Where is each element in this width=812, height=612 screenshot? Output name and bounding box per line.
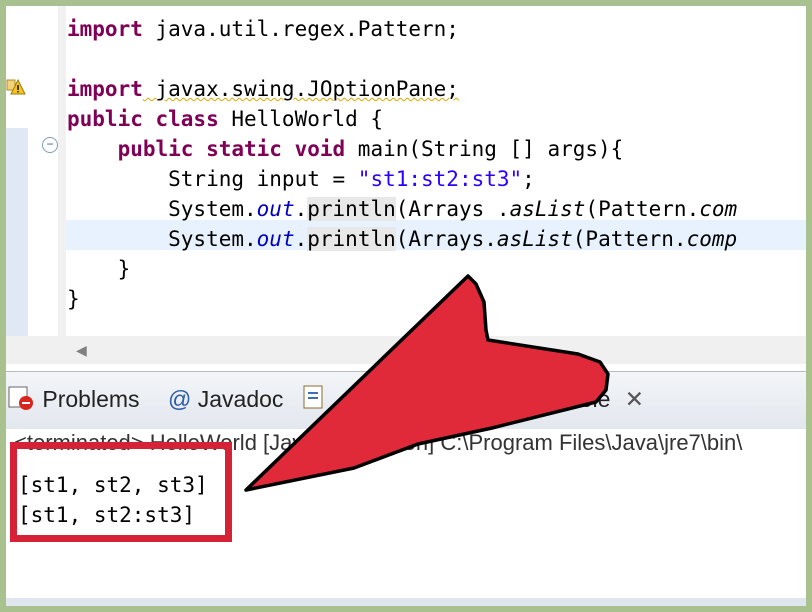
- code-token: com: [699, 197, 738, 221]
- declaration-icon: [303, 385, 323, 409]
- screenshot-frame: − import java.util.regex.Pattern; import…: [6, 6, 806, 606]
- code-token: import: [67, 77, 143, 101]
- code-token: public static void: [117, 137, 346, 161]
- scroll-left-icon[interactable]: ◀: [76, 342, 87, 359]
- problems-icon: [8, 386, 33, 410]
- overview-ruler: [58, 6, 66, 336]
- highlight-box: [10, 442, 232, 542]
- code-line: }: [67, 254, 131, 284]
- tab-console[interactable]: Console ✕: [526, 376, 644, 422]
- code-line: }: [67, 284, 80, 314]
- code-token: asList: [509, 197, 586, 221]
- code-token: (Pattern.: [585, 197, 700, 221]
- code-line: import java.util.regex.Pattern;: [67, 14, 459, 44]
- tab-javadoc-label: Javadoc: [197, 386, 284, 412]
- code-token: System.: [67, 227, 257, 251]
- warning-icon[interactable]: [6, 76, 26, 96]
- code-token: println: [307, 227, 396, 251]
- code-token: ;: [522, 167, 535, 191]
- code-token: out: [256, 227, 295, 251]
- horizontal-scrollbar[interactable]: [6, 336, 806, 364]
- taskbar: [6, 598, 806, 606]
- collapse-icon[interactable]: −: [42, 137, 58, 153]
- code-line: public class HelloWorld {: [67, 104, 383, 134]
- code-token: println: [307, 197, 396, 221]
- code-token: .: [294, 227, 308, 251]
- code-token: HelloWorld {: [218, 107, 384, 131]
- code-token: public class: [67, 107, 219, 131]
- code-token: comp: [686, 227, 738, 251]
- code-token: String input =: [67, 167, 358, 191]
- code-editor[interactable]: − import java.util.regex.Pattern; import…: [6, 6, 806, 336]
- javadoc-icon: @: [168, 386, 192, 412]
- code-line: System.out.println(Arrays .asList(Patter…: [67, 194, 737, 224]
- code-line: String input = "st1:st2:st3";: [67, 164, 535, 194]
- close-icon[interactable]: ✕: [625, 386, 644, 412]
- code-token: (Arrays.: [395, 227, 497, 251]
- code-token: java.util.regex.Pattern;: [142, 17, 459, 41]
- tab-declaration[interactable]: [302, 376, 326, 422]
- code-token: asList: [496, 227, 573, 251]
- code-token: "st1:st2:st3": [357, 167, 523, 191]
- code-token: (Pattern.: [572, 227, 687, 251]
- code-token: .: [294, 197, 308, 221]
- code-token: javax.swing.JOptionPane;: [142, 77, 459, 101]
- code-token: import: [67, 17, 143, 41]
- gutter-highlight-strip: [6, 128, 28, 336]
- code-token: main(String [] args){: [345, 137, 624, 161]
- tab-javadoc[interactable]: @ Javadoc: [168, 376, 283, 422]
- tab-console-label: Console: [526, 386, 611, 412]
- code-token: }: [67, 257, 131, 281]
- code-token: (Arrays .: [395, 197, 510, 221]
- code-line: System.out.println(Arrays.asList(Pattern…: [67, 224, 737, 254]
- code-token: System.: [67, 197, 257, 221]
- tab-problems[interactable]: Problems: [6, 376, 140, 422]
- code-line: public static void main(String [] args){: [67, 134, 624, 164]
- code-line: import javax.swing.JOptionPane;: [67, 74, 459, 104]
- code-token: out: [256, 197, 295, 221]
- code-token: }: [67, 287, 80, 311]
- tab-problems-label: Problems: [42, 386, 140, 412]
